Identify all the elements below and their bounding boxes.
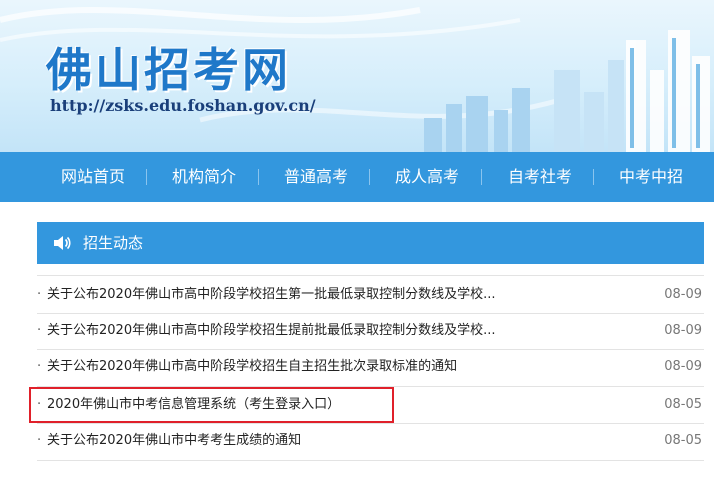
divider: [37, 275, 704, 276]
city-skyline-illustration: [424, 30, 710, 152]
news-date: 08-09: [664, 323, 702, 338]
site-title: 佛山招考网: [46, 43, 291, 97]
nav-divider: [593, 169, 594, 185]
bullet-icon: ·: [37, 287, 42, 302]
bullet-icon: ·: [37, 323, 42, 338]
nav-item-self-study-exam[interactable]: 自考社考: [504, 152, 576, 202]
header-banner: 佛山招考网 http://zsks.edu.foshan.gov.cn/: [0, 0, 714, 152]
nav-item-about[interactable]: 机构简介: [168, 152, 240, 202]
news-list-item: · 关于公布2020年佛山市高中阶段学校招生第一批最低录取控制分数线及学校...…: [37, 277, 704, 313]
news-title-link[interactable]: 关于公布2020年佛山市中考考生成绩的通知: [47, 423, 301, 459]
nav-item-gaokao[interactable]: 普通高考: [280, 152, 352, 202]
news-list-item: · 关于公布2020年佛山市高中阶段学校招生提前批最低录取控制分数线及学校...…: [37, 313, 704, 349]
news-section-title: 招生动态: [83, 234, 144, 252]
site-url[interactable]: http://zsks.edu.foshan.gov.cn/: [50, 96, 316, 115]
bullet-icon: ·: [37, 359, 42, 374]
news-date: 08-05: [664, 433, 702, 448]
main-nav: 网站首页 机构简介 普通高考 成人高考 自考社考 中考中招: [0, 152, 714, 202]
nav-divider: [146, 169, 147, 185]
news-list-item: · 关于公布2020年佛山市高中阶段学校招生自主招生批次录取标准的通知 08-0…: [37, 349, 704, 385]
nav-divider: [481, 169, 482, 185]
news-date: 08-05: [664, 397, 702, 412]
news-list-item: · 关于公布2020年佛山市中考考生成绩的通知 08-05: [37, 423, 704, 459]
highlight-annotation-box: [29, 387, 394, 423]
news-title-link[interactable]: 关于公布2020年佛山市高中阶段学校招生自主招生批次录取标准的通知: [47, 349, 457, 385]
nav-divider: [369, 169, 370, 185]
divider: [37, 460, 704, 461]
nav-item-home[interactable]: 网站首页: [57, 152, 129, 202]
nav-item-zhongkao[interactable]: 中考中招: [615, 152, 687, 202]
news-section-header: 招生动态: [37, 222, 704, 264]
nav-item-adult-exam[interactable]: 成人高考: [391, 152, 463, 202]
news-title-link[interactable]: 关于公布2020年佛山市高中阶段学校招生第一批最低录取控制分数线及学校...: [47, 277, 495, 313]
news-title-link[interactable]: 关于公布2020年佛山市高中阶段学校招生提前批最低录取控制分数线及学校...: [47, 313, 495, 349]
news-date: 08-09: [664, 287, 702, 302]
bullet-icon: ·: [37, 433, 42, 448]
speaker-icon: [54, 236, 71, 250]
news-date: 08-09: [664, 359, 702, 374]
nav-divider: [258, 169, 259, 185]
